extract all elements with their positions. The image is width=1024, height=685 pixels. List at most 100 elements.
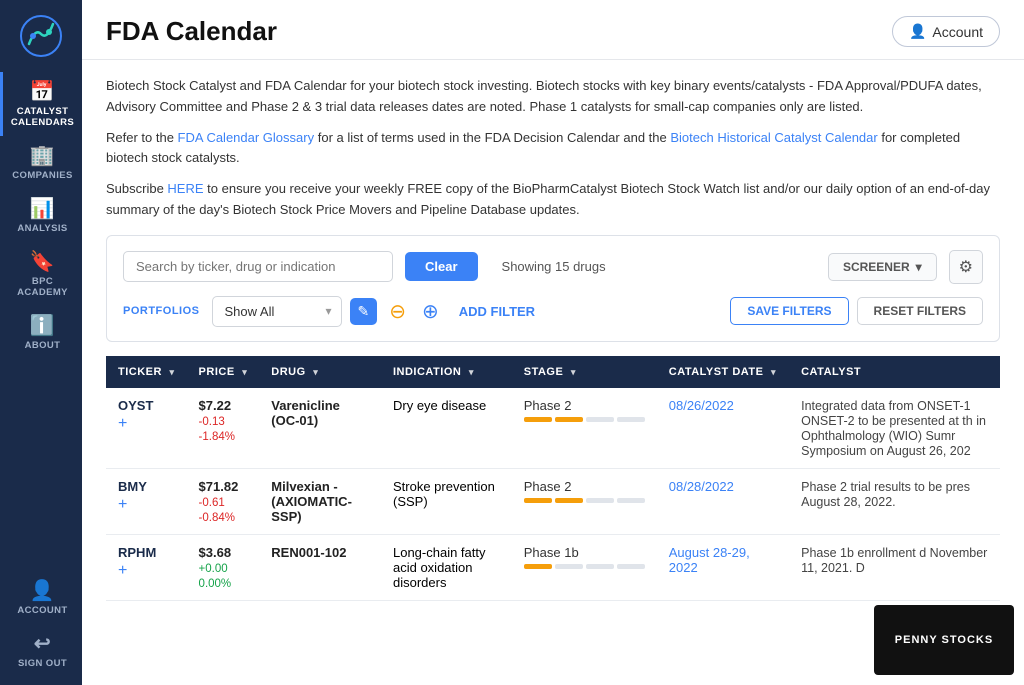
sidebar: 📅 CATALYST CALENDARS 🏢 COMPANIES 📊 ANALY…	[0, 0, 82, 685]
penny-stocks-ad: PENNY STOCKS	[874, 605, 1014, 675]
ticker-value: BMY	[118, 479, 147, 494]
price-value: $3.68	[199, 545, 232, 560]
save-filters-button[interactable]: SAVE FILTERS	[730, 297, 848, 325]
stage-bar	[524, 417, 645, 422]
sign-out-icon: ↩	[34, 634, 51, 654]
fda-glossary-link[interactable]: FDA Calendar Glossary	[178, 130, 315, 145]
logo	[0, 0, 82, 72]
catalyst-text: Phase 1b enrollment d November 11, 2021.…	[801, 546, 987, 575]
sort-arrow-catalyst-date: ▾	[771, 367, 776, 377]
table-header-row: TICKER ▾ PRICE ▾ DRUG ▾ INDICATION ▾	[106, 356, 1000, 388]
screener-button[interactable]: SCREENER ▾	[828, 253, 937, 281]
calendar-icon: 📅	[30, 82, 55, 102]
sidebar-item-companies[interactable]: 🏢 COMPANIES	[0, 136, 82, 189]
ticker-add-button[interactable]: +	[118, 562, 175, 580]
filter-action-buttons: SAVE FILTERS RESET FILTERS	[730, 297, 983, 325]
sidebar-item-label: ANALYSIS	[17, 223, 67, 234]
drug-name: Varenicline (OC-01)	[271, 398, 340, 428]
catalyst-date-value: 08/26/2022	[669, 398, 734, 413]
stage-bar-3	[617, 564, 645, 569]
sort-arrow-price: ▾	[242, 367, 247, 377]
data-table: TICKER ▾ PRICE ▾ DRUG ▾ INDICATION ▾	[106, 356, 1000, 601]
stage-bar-2	[586, 564, 614, 569]
price-change-pct: -1.84%	[199, 431, 235, 443]
reset-filters-button[interactable]: RESET FILTERS	[857, 297, 983, 325]
description-line3: Subscribe HERE to ensure you receive you…	[106, 179, 1000, 221]
sort-arrow-indication: ▾	[469, 367, 474, 377]
analysis-icon: 📊	[30, 199, 55, 219]
add-filter-label: ADD FILTER	[459, 304, 535, 319]
clear-button[interactable]: Clear	[405, 252, 478, 281]
col-drug[interactable]: DRUG ▾	[259, 356, 381, 388]
page-header: FDA Calendar 👤 Account	[82, 0, 1024, 60]
stage-bar	[524, 498, 645, 503]
portfolios-label: PORTFOLIOS	[123, 305, 200, 317]
filter-bottom-row: PORTFOLIOS Show All Portfolio 1 Portfoli…	[123, 296, 983, 327]
price-change-pct: -0.84%	[199, 512, 235, 524]
stage-bar-0	[524, 564, 552, 569]
sort-arrow-ticker: ▾	[170, 367, 175, 377]
indication-value: Stroke prevention (SSP)	[393, 479, 495, 509]
sidebar-item-label: ACCOUNT	[17, 605, 67, 616]
price-change: -0.61	[199, 497, 225, 509]
minus-filter-button[interactable]: ⊖	[385, 297, 410, 326]
main-content: FDA Calendar 👤 Account Biotech Stock Cat…	[82, 0, 1024, 685]
search-input[interactable]	[123, 251, 393, 282]
gear-settings-button[interactable]: ⚙	[949, 250, 983, 284]
price-value: $71.82	[199, 479, 239, 494]
plus-filter-button[interactable]: ⊕	[418, 297, 443, 326]
table-body: OYST+$7.22-0.13-1.84%Varenicline (OC-01)…	[106, 388, 1000, 601]
stage-label: Phase 2	[524, 398, 645, 413]
portfolio-select[interactable]: Show All Portfolio 1 Portfolio 2	[212, 296, 342, 327]
account-person-icon: 👤	[909, 23, 926, 40]
ticker-value: OYST	[118, 398, 153, 413]
sidebar-item-about[interactable]: ℹ️ ABOUT	[0, 306, 82, 359]
historical-catalyst-link[interactable]: Biotech Historical Catalyst Calendar	[670, 130, 877, 145]
sidebar-item-sign-out[interactable]: ↩ SIGN OUT	[0, 624, 82, 677]
about-icon: ℹ️	[30, 316, 55, 336]
portfolio-select-wrap: Show All Portfolio 1 Portfolio 2 ▾	[212, 296, 342, 327]
col-catalyst: CATALYST	[789, 356, 1000, 388]
sidebar-item-account[interactable]: 👤 ACCOUNT	[0, 571, 82, 624]
description-line2: Refer to the FDA Calendar Glossary for a…	[106, 128, 1000, 170]
col-catalyst-date[interactable]: CATALYST DATE ▾	[657, 356, 789, 388]
description-line1: Biotech Stock Catalyst and FDA Calendar …	[106, 76, 1000, 118]
account-button[interactable]: 👤 Account	[892, 16, 1000, 47]
academy-icon: 🔖	[30, 252, 55, 272]
price-change: +0.00	[199, 563, 228, 575]
showing-count: Showing 15 drugs	[502, 259, 606, 274]
page-content: Biotech Stock Catalyst and FDA Calendar …	[82, 60, 1024, 685]
sidebar-item-label: ABOUT	[25, 340, 61, 351]
col-ticker[interactable]: TICKER ▾	[106, 356, 187, 388]
stage-bar-0	[524, 498, 552, 503]
ticker-add-button[interactable]: +	[118, 496, 175, 514]
sort-arrow-drug: ▾	[313, 367, 318, 377]
drug-name: Milvexian - (AXIOMATIC-SSP)	[271, 479, 352, 524]
indication-value: Long-chain fatty acid oxidation disorder…	[393, 545, 486, 590]
catalyst-text: Integrated data from ONSET-1 ONSET-2 to …	[801, 399, 986, 458]
col-stage[interactable]: STAGE ▾	[512, 356, 657, 388]
stage-label: Phase 2	[524, 479, 645, 494]
table-row: RPHM+$3.68+0.000.00%REN001-102Long-chain…	[106, 534, 1000, 600]
chevron-down-icon: ▾	[916, 260, 922, 274]
sidebar-item-label: COMPANIES	[12, 170, 72, 181]
stage-bar-1	[555, 417, 583, 422]
ticker-add-button[interactable]: +	[118, 415, 175, 433]
col-price[interactable]: PRICE ▾	[187, 356, 260, 388]
add-filter-button[interactable]: ADD FILTER	[451, 298, 543, 325]
screener-label: SCREENER	[843, 260, 910, 274]
catalyst-text: Phase 2 trial results to be pres August …	[801, 480, 970, 509]
stage-bar	[524, 564, 645, 569]
col-indication[interactable]: INDICATION ▾	[381, 356, 512, 388]
sidebar-item-catalyst-calendars[interactable]: 📅 CATALYST CALENDARS	[0, 72, 82, 136]
sidebar-item-label: SIGN OUT	[18, 658, 67, 669]
filter-bar: Clear Showing 15 drugs SCREENER ▾ ⚙ PORT…	[106, 235, 1000, 342]
stage-bar-1	[555, 564, 583, 569]
page-title: FDA Calendar	[106, 16, 277, 47]
edit-portfolio-button[interactable]: ✎	[350, 298, 378, 325]
sidebar-item-analysis[interactable]: 📊 ANALYSIS	[0, 189, 82, 242]
catalyst-date-value: 08/28/2022	[669, 479, 734, 494]
subscribe-here-link[interactable]: HERE	[167, 181, 203, 196]
sidebar-item-bpc-academy[interactable]: 🔖 BPC ACADEMY	[0, 242, 82, 306]
stage-bar-3	[617, 417, 645, 422]
